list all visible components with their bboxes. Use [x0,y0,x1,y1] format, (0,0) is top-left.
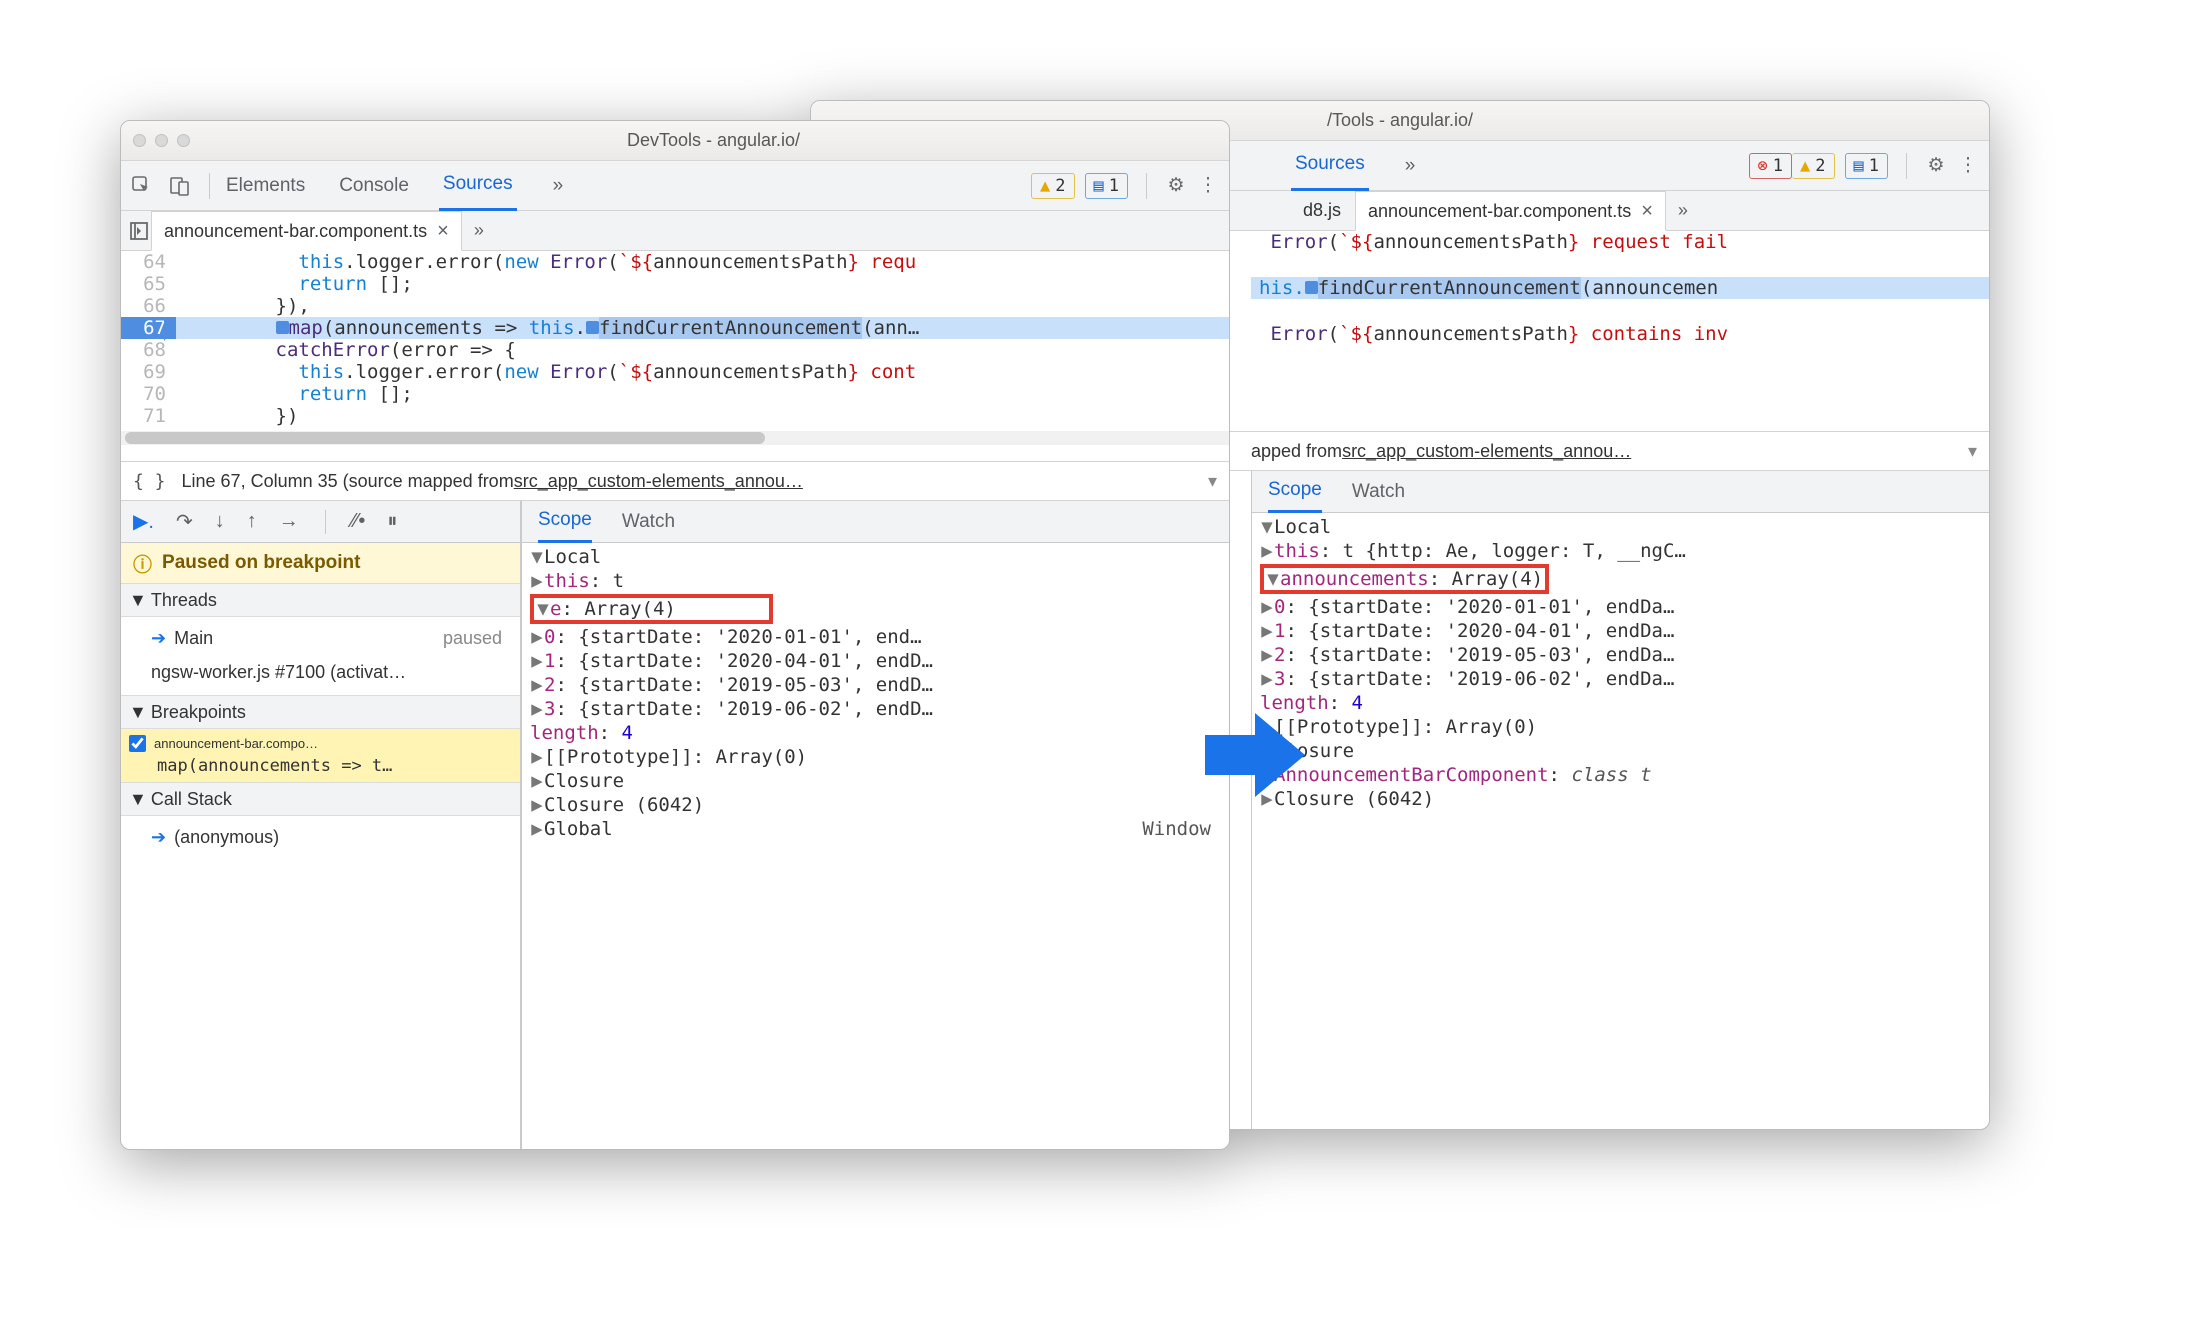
device-icon[interactable] [169,175,191,197]
step-icon[interactable]: → [279,510,299,533]
thread-worker[interactable]: ngsw-worker.js #7100 (activat… [131,655,510,689]
file-tab-active[interactable]: announcement-bar.component.ts × [1355,191,1666,231]
status-line: { } Line 67, Column 35 (source mapped fr… [121,461,1229,501]
messages-badge[interactable]: ▤1 [1085,173,1129,199]
file-tabs: announcement-bar.component.ts × » [121,211,1229,251]
highlighted-variable: ▼announcements: Array(4) [1260,564,1549,594]
breakpoint-item[interactable]: announcement-bar.compo… map(announcement… [121,729,520,782]
scope-tab-watch[interactable]: Watch [622,501,675,543]
tab-sources[interactable]: Sources [439,161,517,211]
close-icon[interactable]: × [1641,200,1653,223]
step-over-icon[interactable]: ↷ [176,509,193,534]
messages-badge[interactable]: ▤1 [1845,153,1889,179]
code-editor[interactable]: 64 this.logger.error(new Error(`${announ… [121,251,1229,461]
callstack-section[interactable]: ▼Call Stack [121,782,520,816]
devtools-window-left: DevTools - angular.io/ Elements Console … [120,120,1230,1150]
more-files-chevron-icon[interactable]: » [474,220,484,241]
file-tab-d8[interactable]: d8.js [1291,191,1353,231]
kebab-icon[interactable]: ⋮ [1957,155,1979,177]
more-tabs-chevron-icon[interactable]: » [553,175,564,197]
debug-controls: ▶. ↷ ↓ ↑ → ⁄⁄• ⏸ [121,501,520,543]
file-tab-label: announcement-bar.component.ts [164,221,427,242]
debugger-sidebar: ▶. ↷ ↓ ↑ → ⁄⁄• ⏸ ⓘ Paused on breakpoint … [121,501,521,1149]
error-badge[interactable]: ⊗1 [1749,153,1793,179]
step-out-icon[interactable]: ↑ [247,510,257,533]
inspect-icon[interactable] [131,175,153,197]
horizontal-scrollbar[interactable] [121,431,1229,445]
scope-panel: Scope Watch ▼Local ▶this: t {http: Ae, l… [1251,471,1989,1129]
traffic-min-icon[interactable] [155,134,168,147]
pretty-print-icon[interactable]: { } [133,471,166,492]
more-tabs-chevron-icon[interactable]: » [1405,155,1416,177]
more-files-chevron-icon[interactable]: » [1678,200,1688,221]
traffic-max-icon[interactable] [177,134,190,147]
window-title: DevTools - angular.io/ [210,130,1217,151]
pause-exc-icon[interactable]: ⏸ [387,510,397,533]
gear-icon[interactable]: ⚙ [1165,175,1187,197]
scope-tabs: Scope Watch [522,501,1229,543]
breakpoints-section[interactable]: ▼Breakpoints [121,695,520,729]
paused-banner: ⓘ Paused on breakpoint [121,543,520,583]
callstack-frame[interactable]: ➔(anonymous) [131,820,510,854]
file-tab-active[interactable]: announcement-bar.component.ts × [151,211,462,251]
gear-icon[interactable]: ⚙ [1925,155,1947,177]
comparison-arrow-icon [1200,710,1310,803]
titlebar: DevTools - angular.io/ [121,121,1229,161]
close-icon[interactable]: × [437,220,449,243]
scope-tabs: Scope Watch [1252,471,1989,513]
breakpoint-checkbox[interactable] [129,735,146,752]
resume-icon[interactable]: ▶. [133,509,154,534]
threads-section[interactable]: ▼Threads [121,583,520,617]
step-into-icon[interactable]: ↓ [215,510,225,533]
tab-sources[interactable]: Sources [1291,141,1369,191]
warning-badge[interactable]: ▲2 [1792,153,1835,179]
traffic-lights [133,134,190,147]
tab-console[interactable]: Console [335,161,413,211]
scope-tree[interactable]: ▼Local ▶this: t {http: Ae, logger: T, __… [1252,513,1989,1129]
warning-badge[interactable]: ▲2 [1031,173,1075,199]
deactivate-bp-icon[interactable]: ⁄⁄• [352,510,366,533]
main-toolbar: Elements Console Sources » ▲2 ▤1 ⚙ ⋮ [121,161,1229,211]
scope-tab-scope[interactable]: Scope [538,501,592,543]
tab-elements[interactable]: Elements [222,161,309,211]
file-tab-label: announcement-bar.component.ts [1368,201,1631,222]
source-map-link[interactable]: src_app_custom-elements_annou… [514,471,803,492]
dropdown-icon[interactable]: ▾ [1208,471,1217,492]
navigator-icon[interactable] [129,221,149,241]
source-map-link[interactable]: src_app_custom-elements_annou… [1342,441,1631,462]
highlighted-variable: ▼e: Array(4) [530,594,773,624]
scope-tree[interactable]: ▼Local ▶this: t ▼e: Array(4) ▶0: {startD… [522,543,1229,1149]
scope-tab-scope[interactable]: Scope [1268,471,1322,513]
scope-panel: Scope Watch ▼Local ▶this: t ▼e: Array(4)… [521,501,1229,1149]
thread-main[interactable]: ➔Main paused [131,621,510,655]
scope-tab-watch[interactable]: Watch [1352,471,1405,513]
traffic-close-icon[interactable] [133,134,146,147]
dropdown-icon[interactable]: ▾ [1968,441,1977,462]
kebab-icon[interactable]: ⋮ [1197,175,1219,197]
